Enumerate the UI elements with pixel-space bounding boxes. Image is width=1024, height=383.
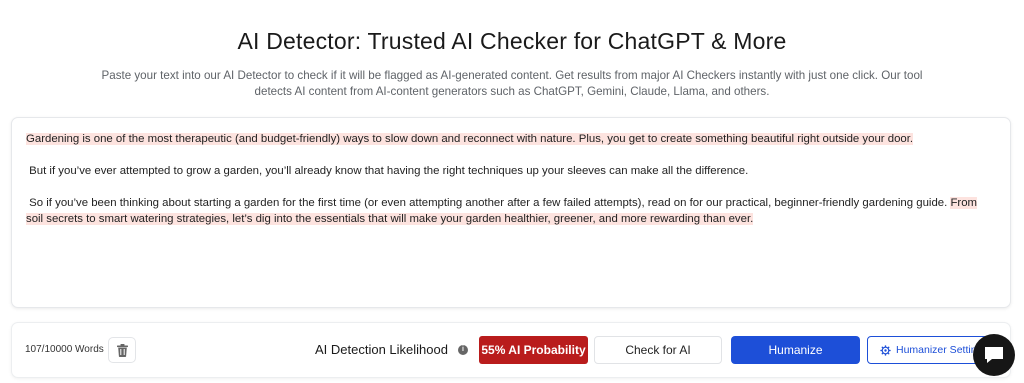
info-icon[interactable]: i <box>458 345 468 355</box>
editor-paragraph-3: So if you’ve been thinking about startin… <box>26 195 996 227</box>
gear-icon <box>880 345 891 356</box>
subtitle-line-2: detects AI content from AI-content gener… <box>254 85 770 98</box>
text-editor[interactable]: Gardening is one of the most therapeutic… <box>11 117 1011 308</box>
humanize-button[interactable]: Humanize <box>731 336 860 364</box>
editor-paragraph-1: Gardening is one of the most therapeutic… <box>26 131 996 147</box>
chat-icon <box>985 347 1003 363</box>
page-title: AI Detector: Trusted AI Checker for Chat… <box>237 28 787 54</box>
ai-probability-badge: 55% AI Probability <box>479 336 588 364</box>
word-count: 107/10000 Words <box>25 344 104 355</box>
detection-toolbar: 107/10000 Words AI Detection Likelihood … <box>11 322 1011 378</box>
chat-widget-button[interactable] <box>973 334 1015 376</box>
editor-text: So if you’ve been thinking about startin… <box>26 197 951 209</box>
detection-likelihood-label: AI Detection Likelihood <box>315 342 448 357</box>
ai-highlighted-text: Gardening is one of the most therapeutic… <box>26 133 914 145</box>
subtitle-line-1: Paste your text into our AI Detector to … <box>101 69 923 82</box>
clear-text-button[interactable] <box>108 337 136 363</box>
check-for-ai-button[interactable]: Check for AI <box>594 336 722 364</box>
page-subtitle: Paste your text into our AI Detector to … <box>95 68 929 100</box>
page: AI Detector: Trusted AI Checker for Chat… <box>0 0 1024 383</box>
editor-paragraph-2: But if you’ve ever attempted to grow a g… <box>26 163 996 179</box>
editor-text: But if you’ve ever attempted to grow a g… <box>26 165 749 177</box>
trash-icon <box>116 343 128 357</box>
